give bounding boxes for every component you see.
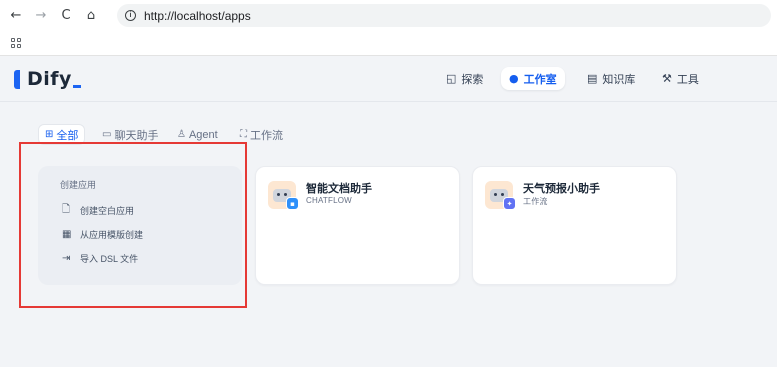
browser-toolbar: ← → C ⌂ i http://localhost/apps (0, 0, 777, 31)
nav-studio[interactable]: ● 工作室 (501, 67, 565, 90)
site-info-icon[interactable]: i (125, 10, 136, 21)
apps-grid-icon[interactable] (11, 38, 22, 49)
agent-icon: ♙ (177, 129, 186, 140)
highlight-box (19, 142, 247, 308)
robot-icon: ● (509, 72, 519, 85)
nav-explore-label: 探索 (461, 73, 484, 86)
logo-text: Dify (27, 68, 72, 90)
nav-tools[interactable]: ⚒ 工具 (654, 67, 707, 90)
dify-logo[interactable]: Dify (14, 68, 81, 90)
nav-studio-label: 工作室 (523, 73, 557, 86)
back-icon[interactable]: ← (7, 7, 25, 25)
address-bar[interactable]: i http://localhost/apps (117, 4, 771, 27)
book-icon: ▤ (587, 72, 598, 85)
app-type: 工作流 (523, 197, 548, 206)
logo-underscore (72, 84, 81, 88)
workflow-icon: ⛶ (240, 129, 247, 140)
app-name: 智能文档助手 (306, 183, 372, 195)
home-icon[interactable]: ⌂ (82, 7, 100, 25)
app-card[interactable]: ▪ 智能文档助手 CHATFLOW (255, 166, 460, 285)
app-name: 天气预报小助手 (523, 183, 600, 195)
nav-explore[interactable]: ◱ 探索 (438, 67, 491, 90)
chat-badge-icon: ▪ (286, 197, 299, 210)
url-text: http://localhost/apps (144, 8, 251, 23)
nav-knowledge-label: 知识库 (602, 73, 636, 86)
forward-icon[interactable]: → (32, 7, 50, 25)
nav-knowledge[interactable]: ▤ 知识库 (579, 67, 643, 90)
tab-agent-label: Agent (188, 128, 218, 141)
chat-icon: ▭ (102, 129, 112, 140)
hammer-icon: ⚒ (662, 72, 672, 85)
bookmarks-bar (0, 31, 777, 56)
explore-icon: ◱ (446, 72, 457, 85)
app-header: Dify ◱ 探索 ● 工作室 ▤ 知识库 ⚒ 工具 (0, 56, 777, 102)
tab-chat-assistant-label: 聊天助手 (114, 129, 159, 142)
grid-icon: ⊞ (45, 129, 54, 140)
reload-icon[interactable]: C (57, 7, 75, 25)
app-type: CHATFLOW (306, 196, 352, 205)
logo-mark-icon (14, 69, 20, 89)
tab-workflow-label: 工作流 (250, 129, 283, 142)
app-card[interactable]: ✦ 天气预报小助手 工作流 (472, 166, 677, 285)
nav-tools-label: 工具 (676, 73, 699, 86)
workflow-badge-icon: ✦ (503, 197, 516, 210)
tab-all-label: 全部 (56, 129, 79, 142)
